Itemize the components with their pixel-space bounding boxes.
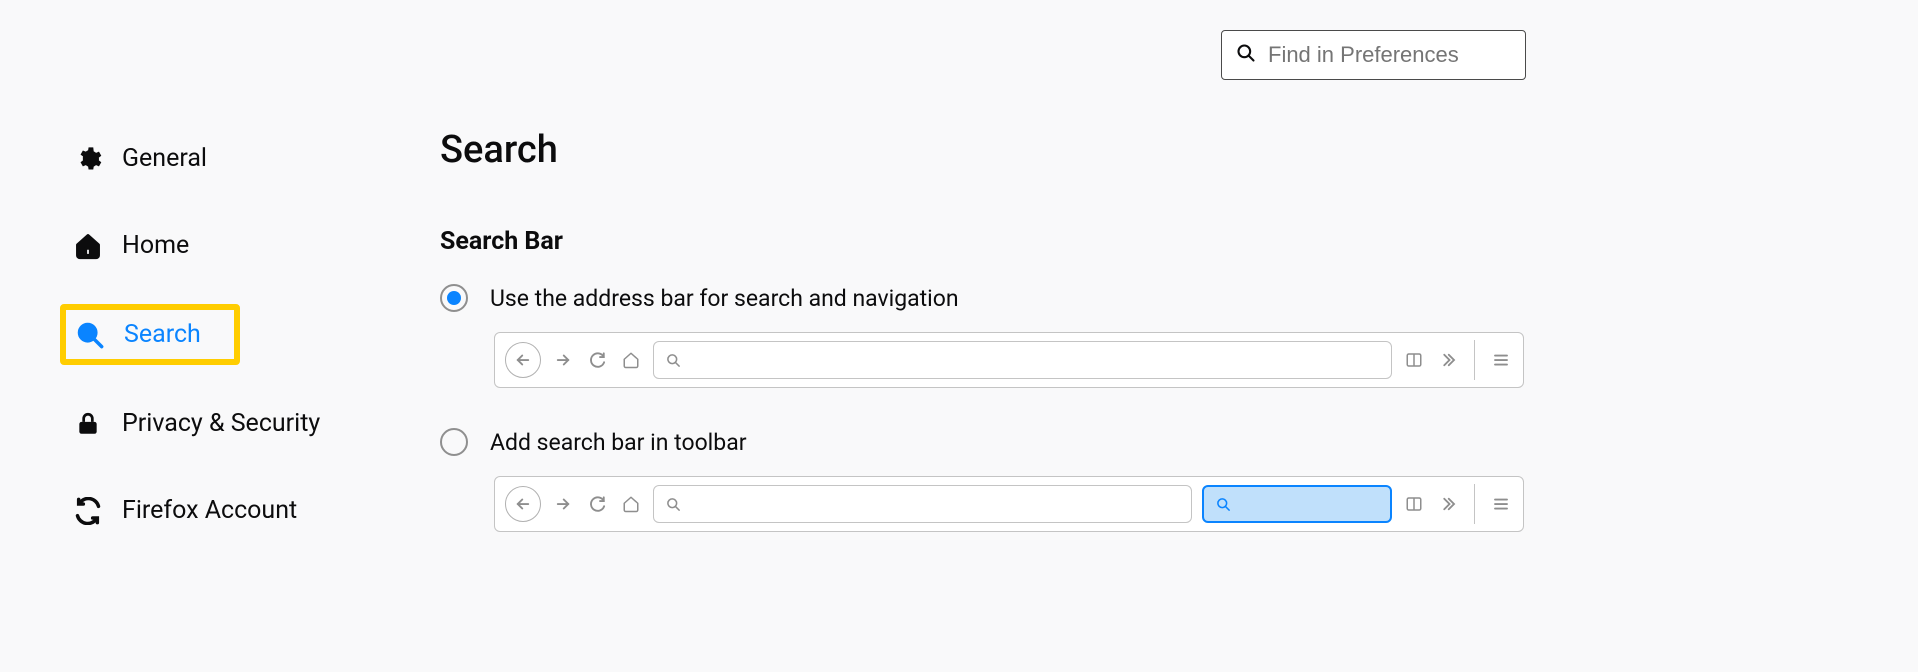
radio-label: Use the address bar for search and navig… [490, 285, 959, 312]
sidebar-item-label: General [122, 144, 207, 173]
lock-icon [74, 410, 102, 438]
searchbar-option-separate[interactable]: Add search bar in toolbar [440, 428, 1530, 456]
back-icon [505, 342, 541, 378]
gear-icon [74, 145, 102, 173]
back-icon [505, 486, 541, 522]
sync-icon [74, 497, 102, 525]
library-icon [1402, 348, 1426, 372]
radio-label: Add search bar in toolbar [490, 429, 747, 456]
forward-icon [551, 492, 575, 516]
sidebar-item-label: Firefox Account [122, 496, 297, 525]
toolbar-illustration-separate [494, 476, 1524, 532]
search-icon [1236, 43, 1256, 67]
reload-icon [585, 492, 609, 516]
sidebar-item-label: Privacy & Security [122, 409, 320, 438]
address-bar [653, 485, 1192, 523]
sidebar-item-general[interactable]: General [60, 130, 390, 187]
forward-icon [551, 348, 575, 372]
sidebar-item-privacy[interactable]: Privacy & Security [60, 395, 390, 452]
radio-button[interactable] [440, 428, 468, 456]
home-icon [619, 348, 643, 372]
sidebar: General Home Search Privacy & Security [60, 130, 390, 569]
sidebar-item-home[interactable]: Home [60, 217, 390, 274]
sidebar-item-account[interactable]: Firefox Account [60, 482, 390, 539]
home-icon [619, 492, 643, 516]
main-content: Search Search Bar Use the address bar fo… [440, 128, 1530, 572]
address-bar [653, 341, 1392, 379]
menu-icon [1489, 492, 1513, 516]
find-input[interactable] [1268, 42, 1511, 68]
radio-button[interactable] [440, 284, 468, 312]
search-icon [76, 321, 104, 349]
reload-icon [585, 348, 609, 372]
overflow-icon [1436, 492, 1460, 516]
menu-icon [1489, 348, 1513, 372]
sidebar-item-label: Search [124, 320, 201, 349]
divider [1474, 340, 1475, 380]
overflow-icon [1436, 348, 1460, 372]
sidebar-item-label: Home [122, 231, 189, 260]
library-icon [1402, 492, 1426, 516]
divider [1474, 484, 1475, 524]
page-title: Search [440, 128, 1530, 172]
search-bar [1202, 485, 1392, 523]
sidebar-item-search[interactable]: Search [60, 304, 240, 365]
find-in-preferences[interactable] [1221, 30, 1526, 80]
home-icon [74, 232, 102, 260]
toolbar-illustration-unified [494, 332, 1524, 388]
section-heading: Search Bar [440, 227, 1530, 256]
searchbar-option-address[interactable]: Use the address bar for search and navig… [440, 284, 1530, 312]
